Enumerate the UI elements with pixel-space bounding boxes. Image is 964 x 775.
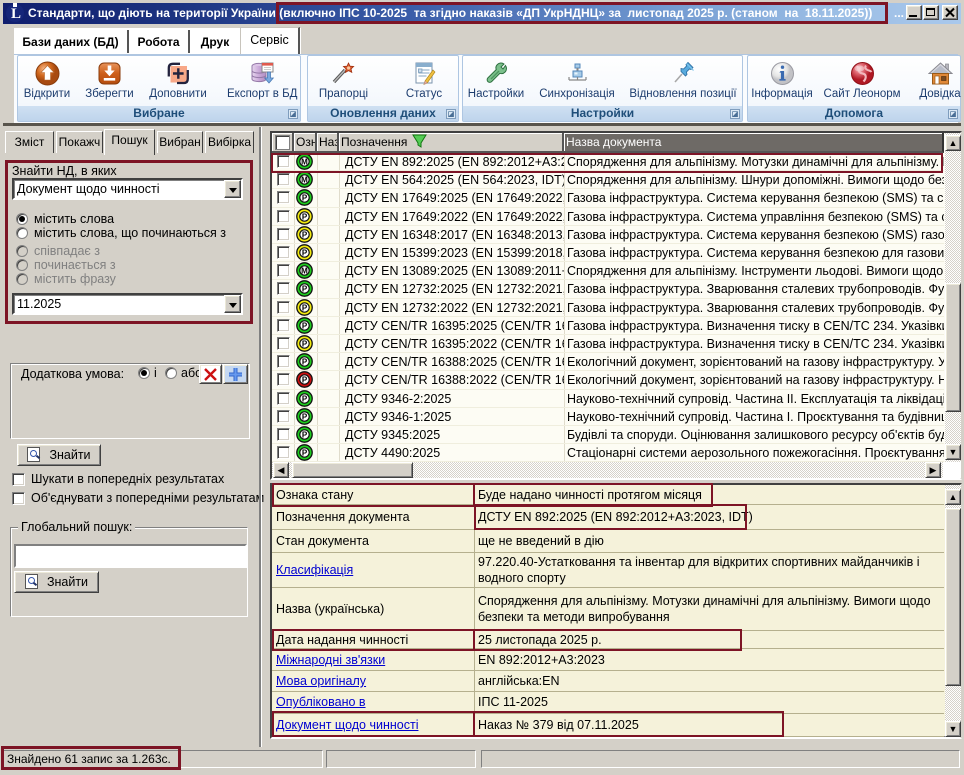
svg-text:P: P xyxy=(302,321,308,330)
svg-text:P: P xyxy=(302,303,308,312)
svg-text:P: P xyxy=(302,412,308,421)
svg-text:P: P xyxy=(302,394,308,403)
svg-text:P: P xyxy=(302,230,308,239)
svg-text:P: P xyxy=(302,194,308,203)
svg-text:P: P xyxy=(302,376,308,385)
svg-text:P: P xyxy=(302,449,308,458)
svg-text:P: P xyxy=(302,285,308,294)
svg-text:M: M xyxy=(301,267,308,276)
svg-text:P: P xyxy=(302,430,308,439)
svg-text:P: P xyxy=(302,339,308,348)
svg-text:P: P xyxy=(302,248,308,257)
svg-text:P: P xyxy=(302,358,308,367)
svg-text:P: P xyxy=(302,212,308,221)
svg-text:M: M xyxy=(301,176,308,185)
